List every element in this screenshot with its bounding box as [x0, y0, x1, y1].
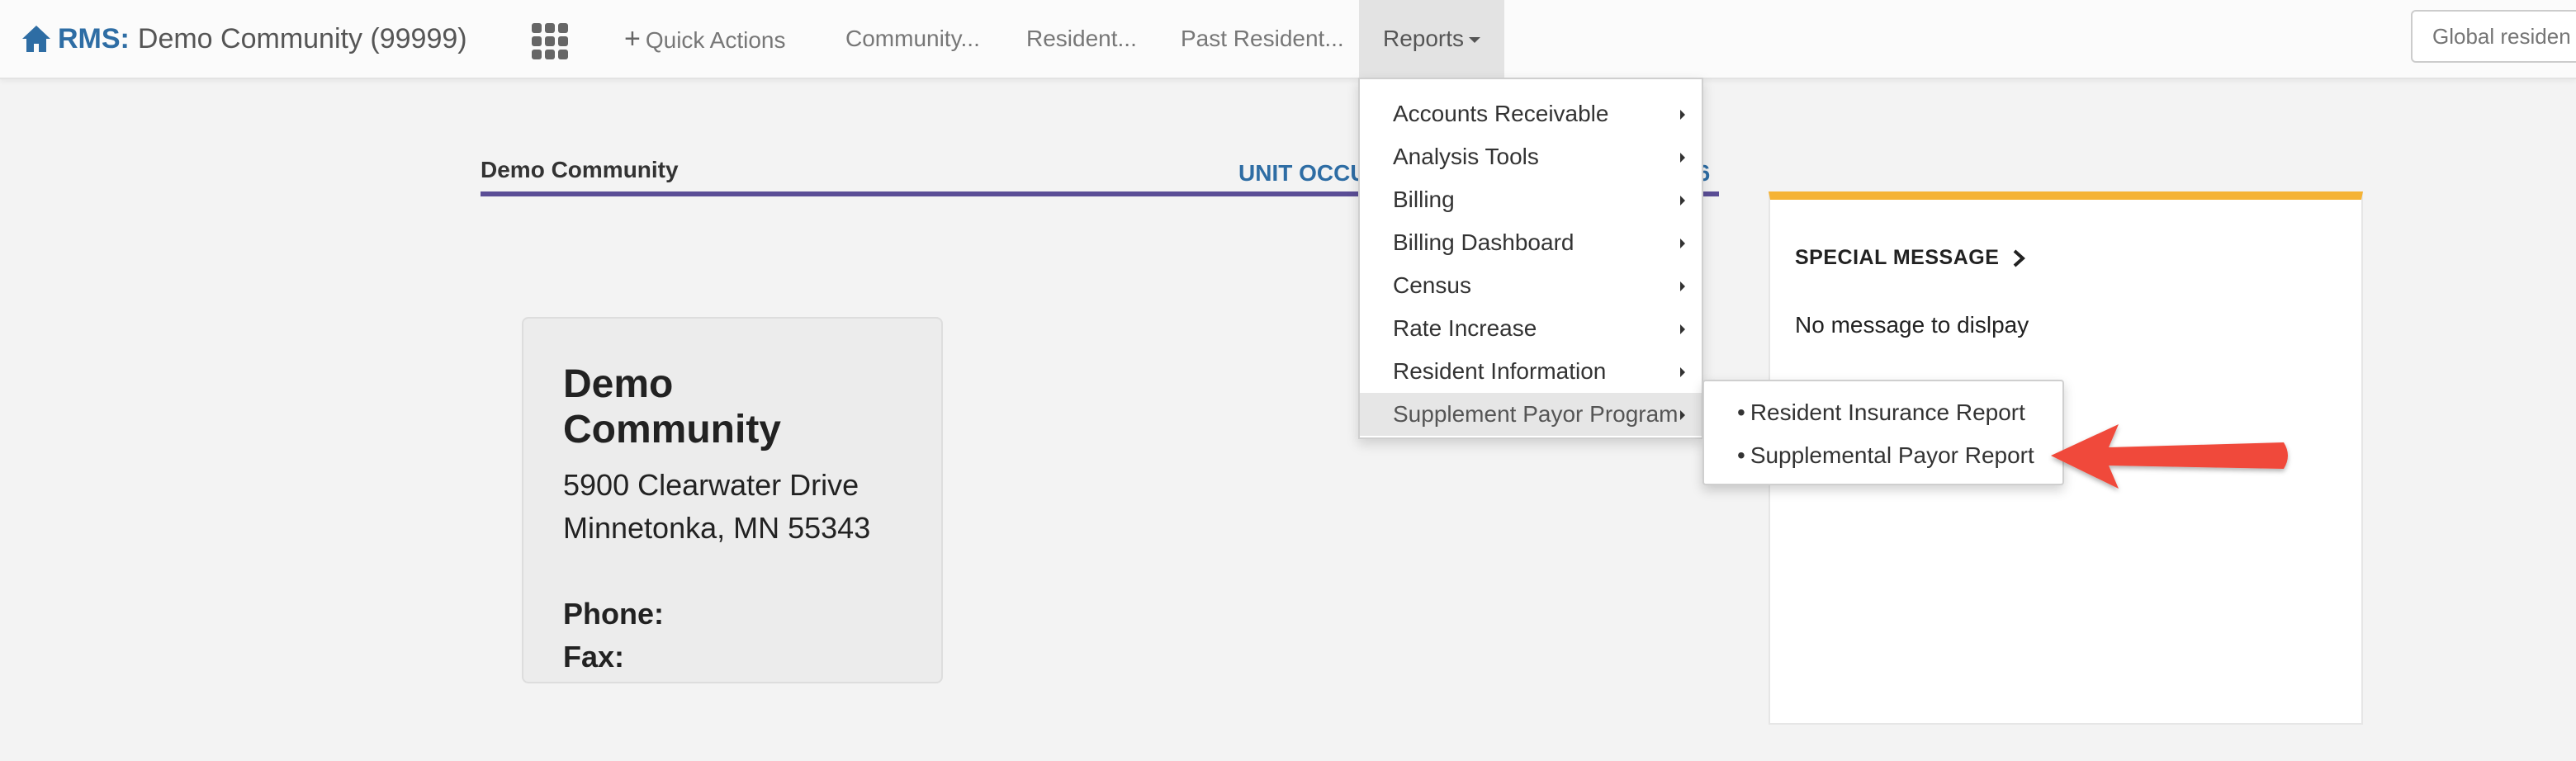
- nav-quick-actions-label: Quick Actions: [645, 27, 786, 53]
- address-community-name: Demo Community: [563, 362, 781, 451]
- annotation-arrow-icon: [2051, 424, 2288, 489]
- caret-right-icon: [1680, 281, 1685, 291]
- menu-item-supplement-payor-program[interactable]: Supplement Payor Program: [1360, 393, 1702, 436]
- submenu-item-resident-insurance-report[interactable]: • Resident Insurance Report: [1737, 391, 2025, 434]
- submenu-item-label: Resident Insurance Report: [1750, 399, 2025, 425]
- bullet: •: [1737, 442, 1745, 468]
- caret-right-icon: [1680, 367, 1685, 377]
- menu-item-label: Resident Information: [1393, 358, 1607, 384]
- menu-item-label: Rate Increase: [1393, 315, 1537, 341]
- special-message-body: No message to dislpay: [1795, 312, 2029, 338]
- submenu-item-label: Supplemental Payor Report: [1750, 442, 2034, 468]
- menu-item-label: Billing: [1393, 187, 1455, 212]
- caret-right-icon: [1680, 324, 1685, 334]
- nav-resident[interactable]: Resident...: [1026, 0, 1137, 78]
- top-navbar: RMS: Demo Community (99999) + Quick Actio…: [0, 0, 2576, 79]
- menu-item-analysis-tools[interactable]: Analysis Tools: [1360, 135, 1702, 178]
- unit-occupancy-heading: UNIT OCCU: [1238, 160, 1367, 186]
- nav-reports-label: Reports: [1382, 26, 1465, 51]
- menu-item-label: Accounts Receivable: [1393, 101, 1609, 126]
- caret-right-icon: [1680, 410, 1685, 420]
- caret-right-icon: [1680, 153, 1685, 163]
- nav-past-resident[interactable]: Past Resident...: [1181, 0, 1344, 78]
- special-message-heading-label: SPECIAL MESSAGE: [1795, 246, 2000, 269]
- address-street: 5900 Clearwater Drive: [563, 468, 859, 502]
- nav-reports[interactable]: Reports: [1359, 0, 1504, 78]
- global-resident-search-input[interactable]: [2411, 10, 2576, 63]
- address-city-state-zip: Minnetonka, MN 55343: [563, 511, 871, 545]
- page-community-title: Demo Community: [481, 157, 679, 182]
- caret-down-icon: [1469, 37, 1481, 44]
- menu-item-label: Analysis Tools: [1393, 144, 1539, 169]
- apps-grid-icon[interactable]: [530, 21, 570, 61]
- menu-item-label: Billing Dashboard: [1393, 229, 1574, 255]
- nav-community[interactable]: Community...: [845, 0, 980, 78]
- menu-item-accounts-receivable[interactable]: Accounts Receivable: [1360, 92, 1702, 135]
- caret-right-icon: [1680, 110, 1685, 120]
- address-card: Demo Community 5900 Clearwater Drive Min…: [522, 317, 943, 683]
- menu-item-census[interactable]: Census: [1360, 264, 1702, 307]
- reports-dropdown-menu: Accounts Receivable Analysis Tools Billi…: [1358, 78, 1703, 439]
- menu-item-resident-information[interactable]: Resident Information: [1360, 350, 1702, 393]
- chevron-right-icon: [2013, 249, 2025, 267]
- menu-item-billing-dashboard[interactable]: Billing Dashboard: [1360, 221, 1702, 264]
- brand-community-name: Demo Community (99999): [137, 22, 467, 54]
- brand[interactable]: RMS: Demo Community (99999): [20, 18, 467, 59]
- menu-item-label: Census: [1393, 272, 1471, 298]
- plus-icon: +: [624, 23, 641, 54]
- menu-item-billing[interactable]: Billing: [1360, 178, 1702, 221]
- caret-right-icon: [1680, 196, 1685, 206]
- home-icon: [22, 26, 50, 52]
- supplement-payor-submenu: • Resident Insurance Report • Supplemental…: [1702, 380, 2064, 485]
- submenu-item-supplemental-payor-report[interactable]: • Supplemental Payor Report: [1737, 434, 2034, 477]
- menu-item-label: Supplement Payor Program: [1393, 401, 1679, 427]
- special-message-heading[interactable]: SPECIAL MESSAGE: [1795, 246, 2027, 270]
- bullet: •: [1737, 399, 1745, 425]
- menu-item-rate-increase[interactable]: Rate Increase: [1360, 307, 1702, 350]
- phone-label: Phone:: [563, 597, 664, 631]
- nav-quick-actions[interactable]: + Quick Actions: [624, 0, 786, 78]
- fax-label: Fax:: [563, 640, 625, 674]
- brand-rms: RMS:: [58, 22, 130, 54]
- caret-right-icon: [1680, 239, 1685, 248]
